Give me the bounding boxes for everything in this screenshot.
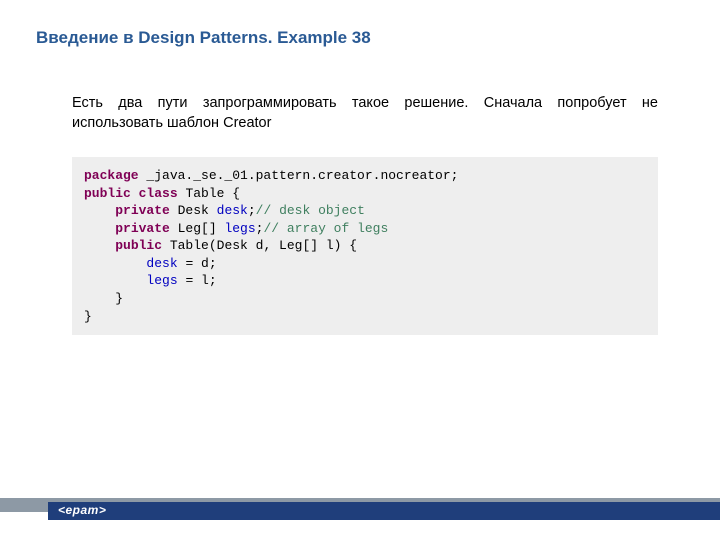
keyword-class: class: [139, 186, 178, 201]
close-brace-class: }: [84, 309, 92, 324]
epam-logo: <epam>: [58, 503, 106, 517]
keyword-package: package: [84, 168, 139, 183]
comment-legs: // array of legs: [263, 221, 388, 236]
field-desk: desk: [217, 203, 248, 218]
close-brace-ctor: }: [84, 291, 123, 306]
assign-desk: = d;: [178, 256, 217, 271]
footer: <epam>: [0, 498, 720, 520]
constructor-signature: Table(Desk d, Leg[] l) {: [162, 238, 357, 253]
keyword-public: public: [84, 186, 131, 201]
keyword-private: private: [115, 203, 170, 218]
field-legs-assign: legs: [146, 273, 177, 288]
footer-bar-blue: [48, 502, 720, 520]
type-desk: Desk: [170, 203, 217, 218]
slide-title: Введение в Design Patterns. Example 38: [0, 0, 720, 48]
field-legs: legs: [224, 221, 255, 236]
comment-desk: // desk object: [256, 203, 365, 218]
type-leg: Leg[]: [170, 221, 225, 236]
slide-body-text: Есть два пути запрограммировать такое ре…: [0, 48, 720, 133]
keyword-private: private: [115, 221, 170, 236]
assign-legs: = l;: [178, 273, 217, 288]
semicolon: ;: [248, 203, 256, 218]
keyword-public: public: [115, 238, 162, 253]
class-name: Table {: [178, 186, 240, 201]
field-desk-assign: desk: [146, 256, 177, 271]
code-block: package _java._se._01.pattern.creator.no…: [72, 157, 658, 335]
package-name: _java._se._01.pattern.creator.nocreator;: [139, 168, 459, 183]
